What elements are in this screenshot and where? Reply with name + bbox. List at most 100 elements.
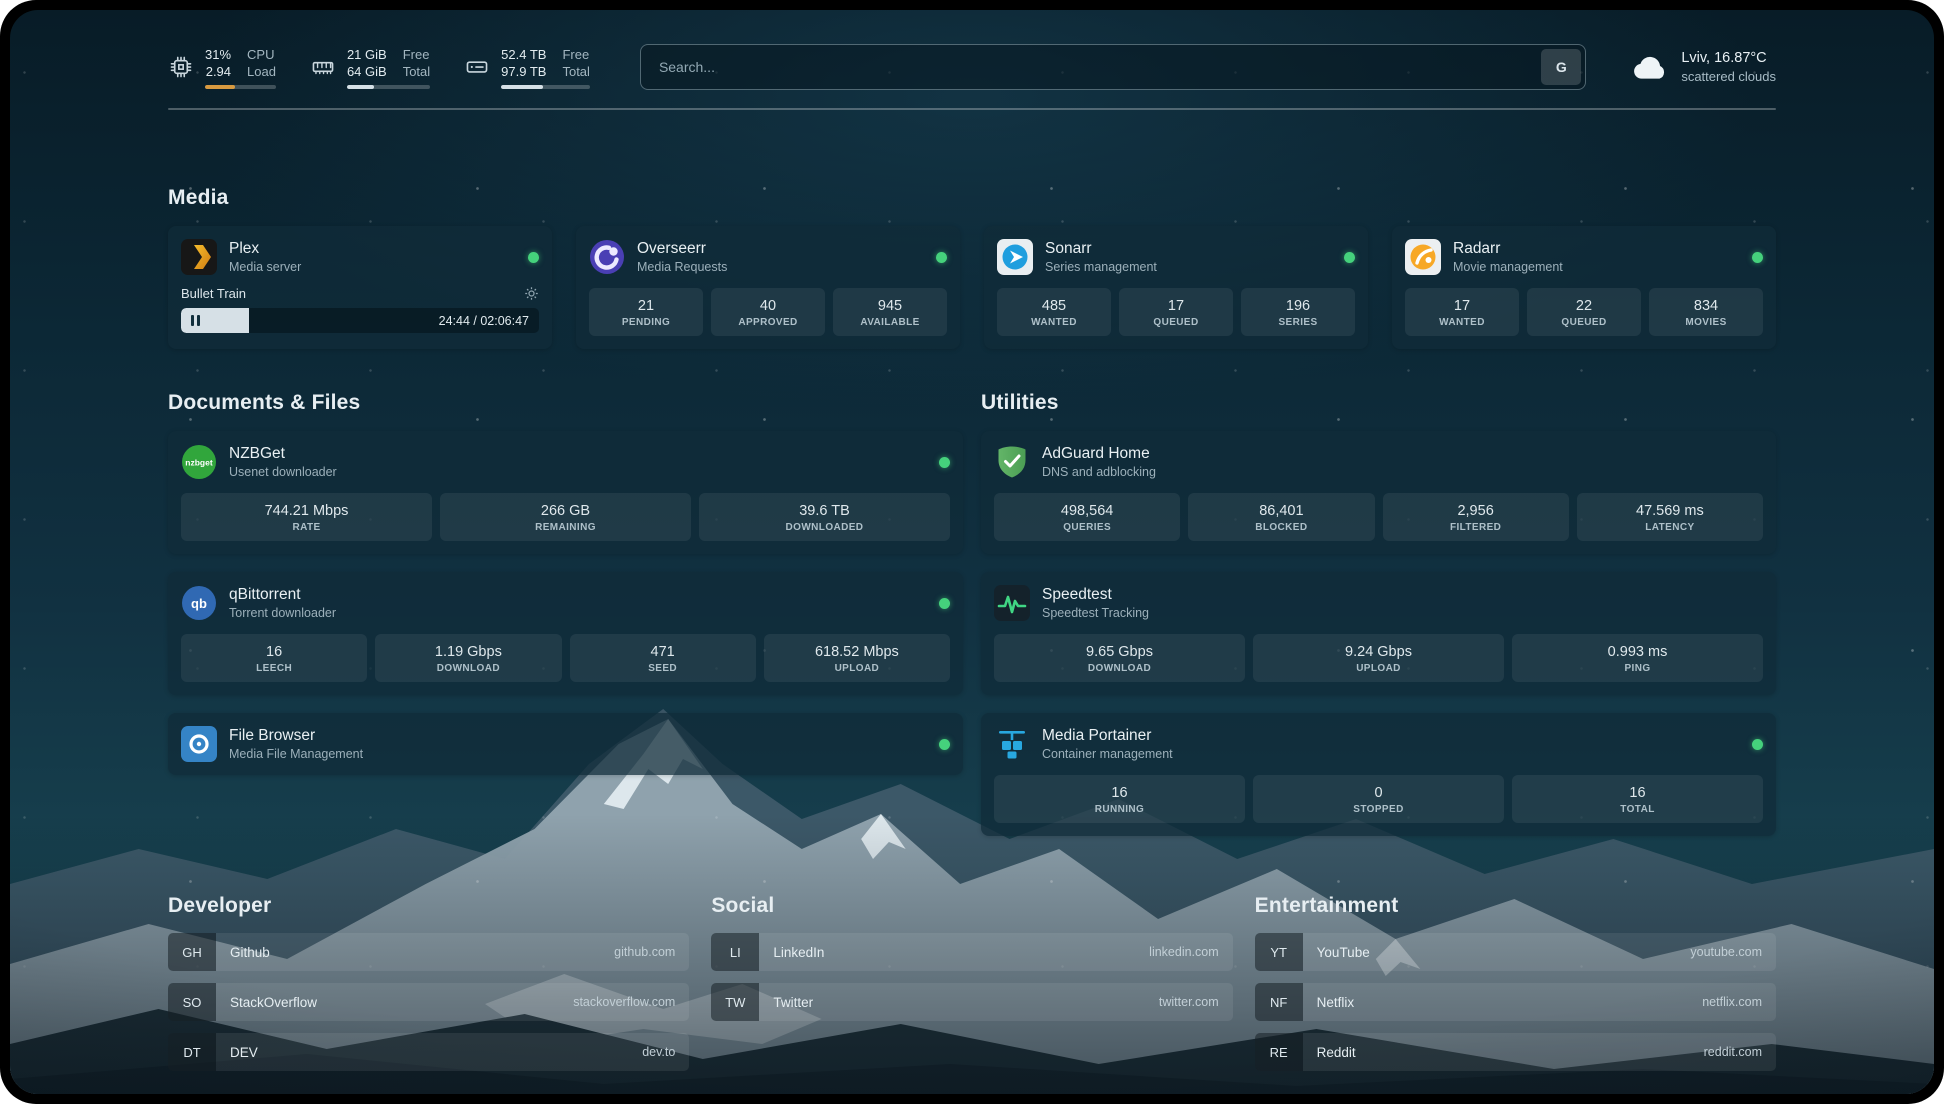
plex-now-playing: Bullet Train 24:44 / 02:06:47 (181, 286, 539, 333)
stat: 2,956FILTERED (1383, 493, 1569, 541)
service-description: DNS and adblocking (1042, 465, 1156, 480)
search-provider-button[interactable]: G (1541, 49, 1581, 85)
service-name: File Browser (229, 727, 363, 745)
bookmark-domain: reddit.com (1704, 1045, 1762, 1059)
service-name: Radarr (1453, 240, 1563, 258)
stat: 834MOVIES (1649, 288, 1763, 336)
search-input[interactable] (640, 44, 1586, 90)
stat: 1.19 GbpsDOWNLOAD (375, 634, 561, 682)
service-name: Sonarr (1045, 240, 1157, 258)
bookmark-dev[interactable]: DT DEV dev.to (168, 1033, 689, 1071)
stat: 618.52 MbpsUPLOAD (764, 634, 950, 682)
memory-total-value: 64 GiB (347, 63, 387, 80)
bookmark-domain: dev.to (642, 1045, 675, 1059)
stat: 485WANTED (997, 288, 1111, 336)
status-online-dot (1752, 252, 1763, 263)
status-online-dot (528, 252, 539, 263)
bookmark-name: Netflix (1317, 995, 1355, 1010)
filebrowser-icon (181, 726, 217, 762)
stat: 39.6 TBDOWNLOADED (699, 493, 950, 541)
bookmark-group-entertainment: Entertainment YT YouTube youtube.com NF … (1255, 894, 1776, 1071)
resource-widgets: 31% CPU 2.94 Load 21 GiB Free 64 GiB (168, 46, 590, 89)
bookmark-group-developer: Developer GH Github github.com SO StackO… (168, 894, 689, 1071)
stat: 0STOPPED (1253, 775, 1504, 823)
service-card-nzbget[interactable]: nzbget NZBGet Usenet downloader 744.21 M… (168, 431, 963, 554)
bookmark-abbr: TW (711, 983, 759, 1021)
bookmark-twitter[interactable]: TW Twitter twitter.com (711, 983, 1232, 1021)
memory-free-value: 21 GiB (347, 46, 387, 63)
overseerr-icon (589, 239, 625, 275)
now-playing-title: Bullet Train (181, 286, 246, 301)
bookmark-name: LinkedIn (773, 945, 824, 960)
section-title-documents: Documents & Files (168, 391, 963, 415)
service-card-adguard[interactable]: AdGuard Home DNS and adblocking 498,564Q… (981, 431, 1776, 554)
service-card-overseerr[interactable]: Overseerr Media Requests 21PENDING 40APP… (576, 226, 960, 349)
memory-progress-bar (347, 85, 430, 89)
stat: 22QUEUED (1527, 288, 1641, 336)
bookmark-abbr: LI (711, 933, 759, 971)
adguard-icon (994, 444, 1030, 480)
bookmark-linkedin[interactable]: LI LinkedIn linkedin.com (711, 933, 1232, 971)
disk-free-value: 52.4 TB (501, 46, 546, 63)
bookmark-reddit[interactable]: RE Reddit reddit.com (1255, 1033, 1776, 1071)
section-documents: Documents & Files nzbget NZBGet Usenet d… (168, 391, 963, 775)
stat: 945AVAILABLE (833, 288, 947, 336)
service-name: Plex (229, 240, 301, 258)
section-title-developer: Developer (168, 894, 689, 918)
stat: 0.993 msPING (1512, 634, 1763, 682)
cpu-widget: 31% CPU 2.94 Load (168, 46, 276, 89)
stat: 40APPROVED (711, 288, 825, 336)
bookmark-domain: github.com (614, 945, 675, 959)
bookmark-stackoverflow[interactable]: SO StackOverflow stackoverflow.com (168, 983, 689, 1021)
disk-widget: 52.4 TB Free 97.9 TB Total (464, 46, 590, 89)
service-card-plex[interactable]: Plex Media server Bullet Train (168, 226, 552, 349)
svg-text:nzbget: nzbget (185, 458, 213, 468)
bookmark-netflix[interactable]: NF Netflix netflix.com (1255, 983, 1776, 1021)
gear-icon[interactable] (524, 286, 539, 301)
stat: 16LEECH (181, 634, 367, 682)
speedtest-icon (994, 585, 1030, 621)
cpu-progress-bar (205, 85, 276, 89)
service-description: Media File Management (229, 747, 363, 762)
bookmark-name: Github (230, 945, 270, 960)
bookmark-domain: youtube.com (1690, 945, 1762, 959)
cpu-icon (168, 54, 194, 80)
bookmark-youtube[interactable]: YT YouTube youtube.com (1255, 933, 1776, 971)
stat: 9.65 GbpsDOWNLOAD (994, 634, 1245, 682)
weather-widget: Lviv, 16.87°C scattered clouds (1632, 49, 1776, 85)
bookmark-abbr: DT (168, 1033, 216, 1071)
service-name: Speedtest (1042, 586, 1149, 604)
stat: 196SERIES (1241, 288, 1355, 336)
disk-progress-bar (501, 85, 590, 89)
status-online-dot (1752, 739, 1763, 750)
service-card-portainer[interactable]: Media Portainer Container management 16R… (981, 713, 1776, 836)
disk-total-value: 97.9 TB (501, 63, 546, 80)
bookmark-github[interactable]: GH Github github.com (168, 933, 689, 971)
service-description: Media Requests (637, 260, 727, 275)
memory-total-label: Total (403, 63, 430, 80)
cpu-usage-label: CPU (247, 46, 276, 63)
memory-widget: 21 GiB Free 64 GiB Total (310, 46, 430, 89)
playback-progress-bar: 24:44 / 02:06:47 (181, 308, 539, 333)
bookmark-abbr: SO (168, 983, 216, 1021)
service-card-sonarr[interactable]: Sonarr Series management 485WANTED 17QUE… (984, 226, 1368, 349)
bookmark-abbr: YT (1255, 933, 1303, 971)
bookmark-abbr: GH (168, 933, 216, 971)
service-card-speedtest[interactable]: Speedtest Speedtest Tracking 9.65 GbpsDO… (981, 572, 1776, 695)
top-bar: 31% CPU 2.94 Load 21 GiB Free 64 GiB (168, 10, 1776, 90)
cloud-icon (1632, 53, 1668, 81)
stat: 9.24 GbpsUPLOAD (1253, 634, 1504, 682)
service-card-qbittorrent[interactable]: qb qBittorrent Torrent downloader 16LEEC… (168, 572, 963, 695)
service-name: AdGuard Home (1042, 445, 1156, 463)
stat: 17WANTED (1405, 288, 1519, 336)
service-description: Movie management (1453, 260, 1563, 275)
pause-icon[interactable] (191, 315, 200, 326)
memory-free-label: Free (403, 46, 430, 63)
bookmark-domain: stackoverflow.com (573, 995, 675, 1009)
weather-condition: scattered clouds (1681, 68, 1776, 85)
status-online-dot (939, 598, 950, 609)
service-card-radarr[interactable]: Radarr Movie management 17WANTED 22QUEUE… (1392, 226, 1776, 349)
section-title-utilities: Utilities (981, 391, 1776, 415)
service-name: NZBGet (229, 445, 337, 463)
service-card-filebrowser[interactable]: File Browser Media File Management (168, 713, 963, 775)
